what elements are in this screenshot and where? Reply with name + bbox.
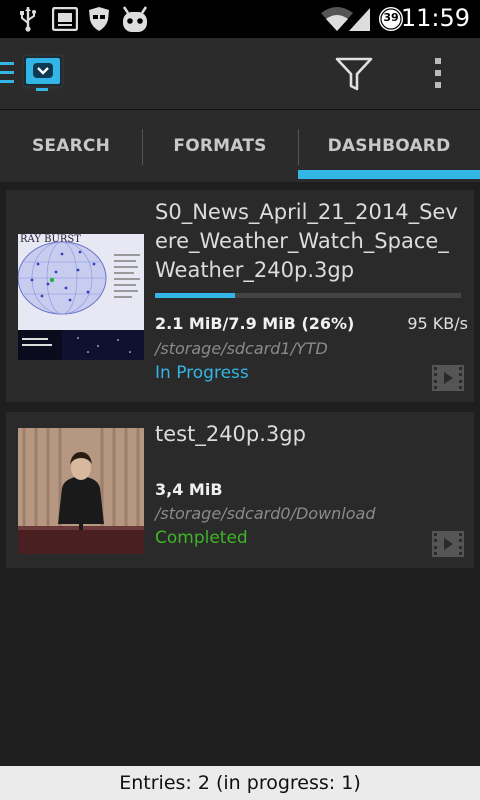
tab-formats-label: FORMATS [173, 136, 267, 156]
action-bar [0, 38, 480, 110]
video-download-logo-icon[interactable] [22, 52, 64, 94]
video-thumbnail [18, 428, 144, 554]
filter-icon[interactable] [334, 56, 374, 92]
android-debug-icon [120, 5, 150, 37]
tab-formats[interactable]: FORMATS [142, 110, 298, 182]
screenshot-icon [51, 6, 79, 35]
download-title: S0_News_April_21_2014_Sev ere_Weather_Wa… [155, 198, 471, 285]
incognito-icon [88, 6, 110, 36]
entries-summary-bar: Entries: 2 (in progress: 1) [0, 766, 480, 800]
download-item[interactable]: RAY BURST S0_News_April_21_2014_Sev ere_… [6, 190, 474, 402]
download-item[interactable]: test_240p.3gp 3,4 MiB /storage/sdcard0/D… [6, 412, 474, 568]
download-progress-bar [155, 293, 461, 298]
download-size: 2.1 MiB/7.9 MiB (26%) [155, 314, 355, 333]
status-bar: 39 11:59 [0, 0, 480, 38]
title-line: ere_Weather_Watch_Space_ [155, 229, 449, 253]
tab-search[interactable]: SEARCH [0, 110, 142, 182]
download-title: test_240p.3gp [155, 420, 471, 449]
download-status: In Progress [155, 363, 249, 383]
video-thumbnail: RAY BURST [18, 234, 144, 360]
overflow-menu-icon[interactable] [428, 56, 448, 92]
download-path: /storage/sdcard0/Download [155, 504, 376, 523]
title-line: test_240p.3gp [155, 422, 306, 446]
selected-tab-indicator [298, 170, 480, 179]
entries-summary: Entries: 2 (in progress: 1) [119, 772, 361, 794]
tab-search-label: SEARCH [31, 136, 110, 156]
download-status: Completed [155, 528, 248, 548]
title-line: Weather_240p.3gp [155, 258, 355, 282]
download-speed: 95 KB/s [407, 314, 468, 333]
download-path: /storage/sdcard1/YTD [155, 339, 328, 358]
usb-icon [18, 6, 38, 36]
download-size: 3,4 MiB [155, 480, 223, 499]
signal-icon [348, 6, 372, 36]
title-line: S0_News_April_21_2014_Sev [155, 200, 458, 224]
clock: 11:59 [400, 4, 470, 32]
tab-dashboard-label: DASHBOARD [327, 136, 451, 156]
video-file-icon [432, 531, 464, 557]
thumbnail-caption: RAY BURST [20, 234, 81, 245]
drawer-indicator-icon[interactable] [0, 62, 14, 86]
download-progress-fill [155, 293, 235, 298]
video-file-icon [432, 365, 464, 391]
